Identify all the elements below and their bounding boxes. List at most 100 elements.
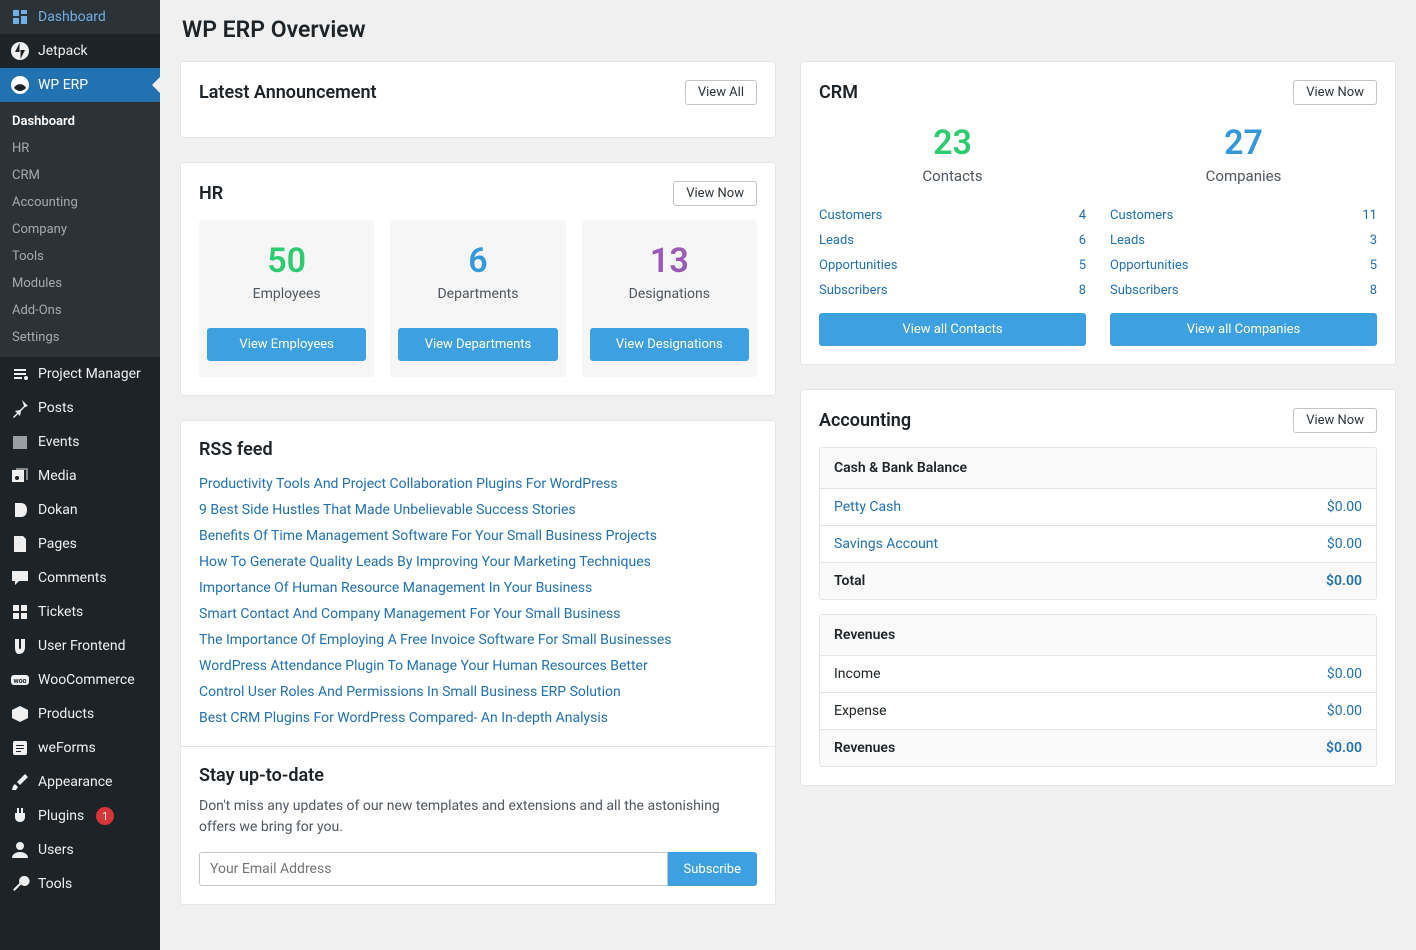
submenu-item-crm[interactable]: CRM — [0, 162, 160, 189]
announcement-title: Latest Announcement — [199, 82, 377, 103]
crm-row: Subscribers8 — [819, 278, 1086, 303]
subscribe-button[interactable]: Subscribe — [668, 852, 757, 886]
plugin-icon — [10, 806, 30, 826]
sidebar-item-jetpack[interactable]: Jetpack — [0, 34, 160, 68]
crm-row-value: 3 — [1370, 233, 1377, 248]
crm-row-label[interactable]: Subscribers — [819, 283, 888, 298]
crm-row-label[interactable]: Subscribers — [1110, 283, 1179, 298]
sidebar-item-project-manager[interactable]: Project Manager — [0, 357, 160, 391]
acct-row-amount: $0.00 — [1327, 536, 1362, 552]
erp-icon — [10, 75, 30, 95]
sidebar-item-label: Pages — [38, 536, 77, 552]
sidebar-item-label: weForms — [38, 740, 96, 756]
user-icon — [10, 840, 30, 860]
crm-row-label[interactable]: Opportunities — [1110, 258, 1188, 273]
crm-big-value: 23 — [819, 123, 1086, 163]
ticket-icon — [10, 602, 30, 622]
sidebar-item-events[interactable]: Events — [0, 425, 160, 459]
sidebar-item-label: Media — [38, 468, 77, 484]
sidebar-item-comments[interactable]: Comments — [0, 561, 160, 595]
rss-link[interactable]: WordPress Attendance Plugin To Manage Yo… — [199, 658, 757, 674]
rss-link[interactable]: Productivity Tools And Project Collabora… — [199, 476, 757, 492]
submenu-item-dashboard[interactable]: Dashboard — [0, 108, 160, 135]
acct-row-label: Income — [834, 666, 881, 682]
sidebar-item-label: Plugins — [38, 808, 84, 824]
submenu-item-tools[interactable]: Tools — [0, 243, 160, 270]
crm-row-label[interactable]: Customers — [1110, 208, 1173, 223]
sidebar-item-tools[interactable]: Tools — [0, 867, 160, 901]
admin-sidebar: DashboardJetpack WP ERP DashboardHRCRMAc… — [0, 0, 160, 950]
sidebar-item-user-frontend[interactable]: User Frontend — [0, 629, 160, 663]
hr-label: Designations — [590, 286, 749, 302]
sidebar-item-media[interactable]: Media — [0, 459, 160, 493]
hr-card: HR View Now 50EmployeesView Employees6De… — [180, 162, 776, 396]
acct-row-label[interactable]: Savings Account — [834, 536, 938, 552]
submenu-item-settings[interactable]: Settings — [0, 324, 160, 351]
hr-view-button[interactable]: View Departments — [398, 328, 557, 361]
sidebar-item-label: Users — [38, 842, 74, 858]
submenu-item-hr[interactable]: HR — [0, 135, 160, 162]
sidebar-item-tickets[interactable]: Tickets — [0, 595, 160, 629]
sidebar-item-users[interactable]: Users — [0, 833, 160, 867]
rss-link[interactable]: 9 Best Side Hustles That Made Unbelievab… — [199, 502, 757, 518]
crm-row-label[interactable]: Customers — [819, 208, 882, 223]
acct-row-label: Expense — [834, 703, 887, 719]
sidebar-item-products[interactable]: Products — [0, 697, 160, 731]
submenu-item-add-ons[interactable]: Add-Ons — [0, 297, 160, 324]
sidebar-item-wp-erp[interactable]: WP ERP — [0, 68, 160, 102]
comment-icon — [10, 568, 30, 588]
crm-view-all-button[interactable]: View all Companies — [1110, 313, 1377, 346]
calendar-icon — [10, 432, 30, 452]
crm-row: Opportunities5 — [1110, 253, 1377, 278]
rss-link[interactable]: Best CRM Plugins For WordPress Compared-… — [199, 710, 757, 726]
view-all-button[interactable]: View All — [685, 80, 757, 105]
hr-view-button[interactable]: View Designations — [590, 328, 749, 361]
acct-heading: Cash & Bank Balance — [820, 448, 1376, 489]
rss-link[interactable]: Control User Roles And Permissions In Sm… — [199, 684, 757, 700]
crm-row: Leads 3 — [1110, 228, 1377, 253]
submenu-item-accounting[interactable]: Accounting — [0, 189, 160, 216]
hr-view-now-button[interactable]: View Now — [673, 181, 757, 206]
acct-row-label[interactable]: Petty Cash — [834, 499, 901, 515]
crm-row-label[interactable]: Leads — [819, 233, 854, 248]
rss-link[interactable]: The Importance Of Employing A Free Invoi… — [199, 632, 757, 648]
page-icon — [10, 534, 30, 554]
sidebar-item-weforms[interactable]: weForms — [0, 731, 160, 765]
sidebar-item-label: Dashboard — [38, 9, 106, 25]
sidebar-item-dokan[interactable]: Dokan — [0, 493, 160, 527]
submenu-item-modules[interactable]: Modules — [0, 270, 160, 297]
sidebar-item-dashboard[interactable]: Dashboard — [0, 0, 160, 34]
crm-view-now-button[interactable]: View Now — [1293, 80, 1377, 105]
sidebar-item-pages[interactable]: Pages — [0, 527, 160, 561]
sidebar-item-plugins[interactable]: Plugins1 — [0, 799, 160, 833]
submenu-item-company[interactable]: Company — [0, 216, 160, 243]
rss-link[interactable]: How To Generate Quality Leads By Improvi… — [199, 554, 757, 570]
sidebar-item-posts[interactable]: Posts — [0, 391, 160, 425]
acct-row-amount: $0.00 — [1327, 499, 1362, 515]
sidebar-item-appearance[interactable]: Appearance — [0, 765, 160, 799]
crm-row-label[interactable]: Leads — [1110, 233, 1145, 248]
hr-view-button[interactable]: View Employees — [207, 328, 366, 361]
crm-row: Customers4 — [819, 203, 1086, 228]
accounting-view-now-button[interactable]: View Now — [1293, 408, 1377, 433]
acct-total-label: Revenues — [834, 740, 895, 756]
jetpack-icon — [10, 41, 30, 61]
rss-link[interactable]: Importance Of Human Resource Management … — [199, 580, 757, 596]
page-title: WP ERP Overview — [182, 16, 1396, 43]
product-icon — [10, 704, 30, 724]
crm-row: Opportunities5 — [819, 253, 1086, 278]
crm-view-all-button[interactable]: View all Contacts — [819, 313, 1086, 346]
hr-label: Employees — [207, 286, 366, 302]
crm-row-label[interactable]: Opportunities — [819, 258, 897, 273]
crm-row-value: 8 — [1370, 283, 1377, 298]
rss-link[interactable]: Smart Contact And Company Management For… — [199, 606, 757, 622]
subscribe-email-input[interactable] — [199, 852, 668, 886]
sidebar-item-woocommerce[interactable]: WooCommerce — [0, 663, 160, 697]
sidebar-item-label: Dokan — [38, 502, 78, 518]
acct-row-amount: $0.00 — [1327, 666, 1362, 682]
rss-link[interactable]: Benefits Of Time Management Software For… — [199, 528, 757, 544]
acct-heading: Revenues — [820, 615, 1376, 656]
wp-erp-submenu: DashboardHRCRMAccountingCompanyToolsModu… — [0, 102, 160, 357]
acct-row-amount: $0.00 — [1327, 703, 1362, 719]
subscribe-desc: Don't miss any updates of our new templa… — [199, 796, 757, 838]
